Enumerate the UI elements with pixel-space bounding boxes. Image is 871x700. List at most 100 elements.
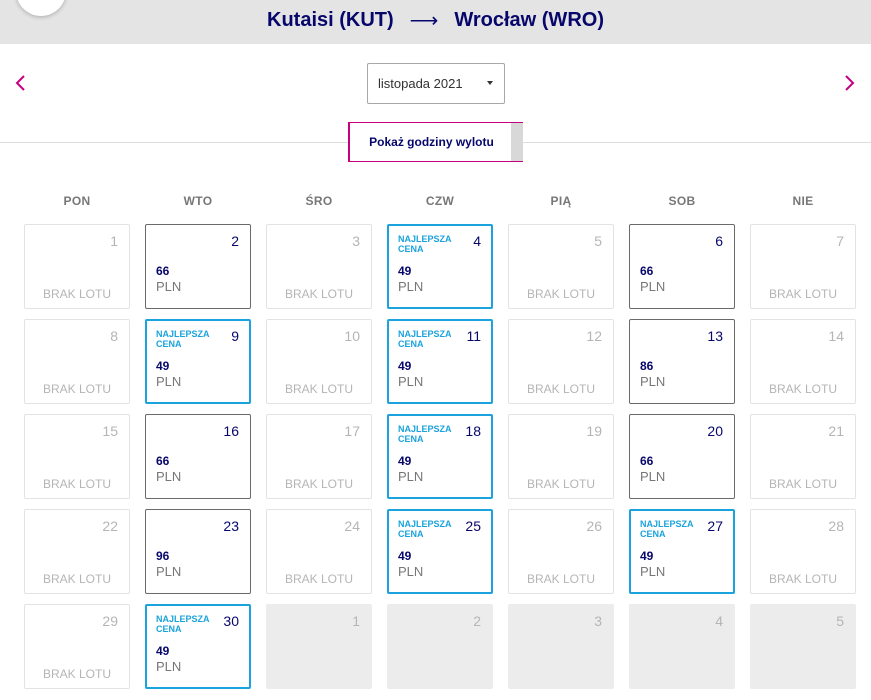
price-currency: PLN	[156, 279, 182, 294]
day-number: 15	[102, 423, 118, 439]
price-amount: 49	[156, 644, 170, 658]
calendar-day: 14 BRAK LOTU	[750, 319, 856, 404]
calendar-day[interactable]: 11 NAJLEPSZA CENA 49 PLN	[387, 319, 493, 404]
prev-month-button[interactable]	[14, 70, 34, 96]
weekday-header: SOB	[668, 194, 696, 208]
price-amount: 66	[156, 454, 170, 468]
day-number: 10	[344, 328, 360, 344]
calendar-day: 1 BRAK LOTU	[24, 224, 130, 309]
day-number: 29	[102, 613, 118, 629]
month-select[interactable]: listopada 2021	[367, 63, 505, 104]
chevron-left-icon	[15, 75, 25, 91]
calendar-day: 7 BRAK LOTU	[750, 224, 856, 309]
next-month-button[interactable]	[843, 70, 863, 96]
no-flight-label: BRAK LOTU	[526, 477, 595, 491]
price-currency: PLN	[640, 374, 666, 389]
day-number: 18	[465, 423, 481, 439]
calendar-day[interactable]: 20 66 PLN	[629, 414, 735, 499]
day-number: 23	[223, 518, 239, 534]
calendar-day: 24 BRAK LOTU	[266, 509, 372, 594]
calendar-day: 15 BRAK LOTU	[24, 414, 130, 499]
no-flight-label: BRAK LOTU	[284, 287, 353, 301]
day-number: 13	[707, 328, 723, 344]
calendar-day[interactable]: 30 NAJLEPSZA CENA 49 PLN	[145, 604, 251, 689]
price-currency: PLN	[640, 469, 666, 484]
price-currency: PLN	[156, 374, 182, 389]
day-number: 11	[466, 328, 481, 344]
calendar-day-other-month: 3	[508, 604, 614, 689]
origin-airport: Kutaisi (KUT)	[267, 8, 394, 31]
price-currency: PLN	[398, 564, 424, 579]
calendar-day: 3 BRAK LOTU	[266, 224, 372, 309]
best-price-badge: NAJLEPSZA CENA	[398, 424, 452, 444]
best-price-badge: NAJLEPSZA CENA	[156, 329, 210, 349]
calendar-day-other-month: 1	[266, 604, 372, 689]
calendar-day: 17 BRAK LOTU	[266, 414, 372, 499]
calendar-day: 22 BRAK LOTU	[24, 509, 130, 594]
best-price-badge: NAJLEPSZA CENA	[398, 329, 452, 349]
no-flight-label: BRAK LOTU	[42, 667, 111, 681]
calendar-day[interactable]: 9 NAJLEPSZA CENA 49 PLN	[145, 319, 251, 404]
price-amount: 96	[156, 549, 170, 563]
calendar-day[interactable]: 25 NAJLEPSZA CENA 49 PLN	[387, 509, 493, 594]
day-number: 17	[344, 423, 360, 439]
day-number: 3	[352, 233, 360, 249]
day-number: 27	[707, 518, 723, 534]
price-currency: PLN	[398, 279, 424, 294]
weekday-header: ŚRO	[305, 194, 333, 208]
calendar-day[interactable]: 6 66 PLN	[629, 224, 735, 309]
price-amount: 49	[398, 549, 412, 563]
calendar-day[interactable]: 27 NAJLEPSZA CENA 49 PLN	[629, 509, 735, 594]
day-number: 22	[102, 518, 118, 534]
no-flight-label: BRAK LOTU	[42, 287, 111, 301]
show-departure-times-toggle[interactable]: Pokaż godziny wylotu	[348, 122, 523, 162]
day-number: 1	[352, 613, 360, 629]
day-number: 6	[715, 233, 723, 249]
weekday-header: WTO	[183, 194, 213, 208]
day-number: 4	[715, 613, 723, 629]
price-amount: 49	[398, 454, 412, 468]
price-currency: PLN	[640, 279, 666, 294]
destination-airport: Wrocław (WRO)	[454, 8, 604, 31]
caret-down-icon	[487, 81, 493, 85]
day-number: 24	[344, 518, 360, 534]
toggle-label: Pokaż godziny wylotu	[369, 135, 494, 149]
chevron-right-icon	[845, 75, 855, 91]
price-amount: 49	[156, 359, 170, 373]
day-number: 30	[223, 613, 239, 629]
best-price-badge: NAJLEPSZA CENA	[398, 234, 452, 254]
price-currency: PLN	[640, 564, 666, 579]
no-flight-label: BRAK LOTU	[284, 572, 353, 586]
day-number: 2	[231, 233, 239, 249]
day-number: 25	[465, 518, 481, 534]
calendar-day[interactable]: 4 NAJLEPSZA CENA 49 PLN	[387, 224, 493, 309]
month-select-value: listopada 2021	[378, 76, 463, 91]
calendar-day: 8 BRAK LOTU	[24, 319, 130, 404]
calendar-day[interactable]: 2 66 PLN	[145, 224, 251, 309]
price-amount: 49	[640, 549, 654, 563]
no-flight-label: BRAK LOTU	[42, 382, 111, 396]
calendar-day[interactable]: 18 NAJLEPSZA CENA 49 PLN	[387, 414, 493, 499]
day-number: 28	[828, 518, 844, 534]
day-number: 20	[707, 423, 723, 439]
day-number: 7	[836, 233, 844, 249]
no-flight-label: BRAK LOTU	[526, 287, 595, 301]
calendar-day[interactable]: 16 66 PLN	[145, 414, 251, 499]
day-number: 2	[473, 613, 481, 629]
best-price-badge: NAJLEPSZA CENA	[156, 614, 210, 634]
price-amount: 86	[640, 359, 654, 373]
calendar-day: 21 BRAK LOTU	[750, 414, 856, 499]
calendar-day[interactable]: 23 96 PLN	[145, 509, 251, 594]
weekday-header: PIĄ	[550, 194, 572, 208]
calendar-day: 26 BRAK LOTU	[508, 509, 614, 594]
calendar-day[interactable]: 13 86 PLN	[629, 319, 735, 404]
day-number: 5	[594, 233, 602, 249]
day-number: 21	[828, 423, 844, 439]
no-flight-label: BRAK LOTU	[284, 477, 353, 491]
day-number: 12	[586, 328, 602, 344]
toggle-grip	[511, 123, 523, 161]
no-flight-label: BRAK LOTU	[284, 382, 353, 396]
calendar-day-other-month: 4	[629, 604, 735, 689]
weekday-header: NIE	[792, 194, 814, 208]
day-number: 4	[473, 233, 481, 249]
